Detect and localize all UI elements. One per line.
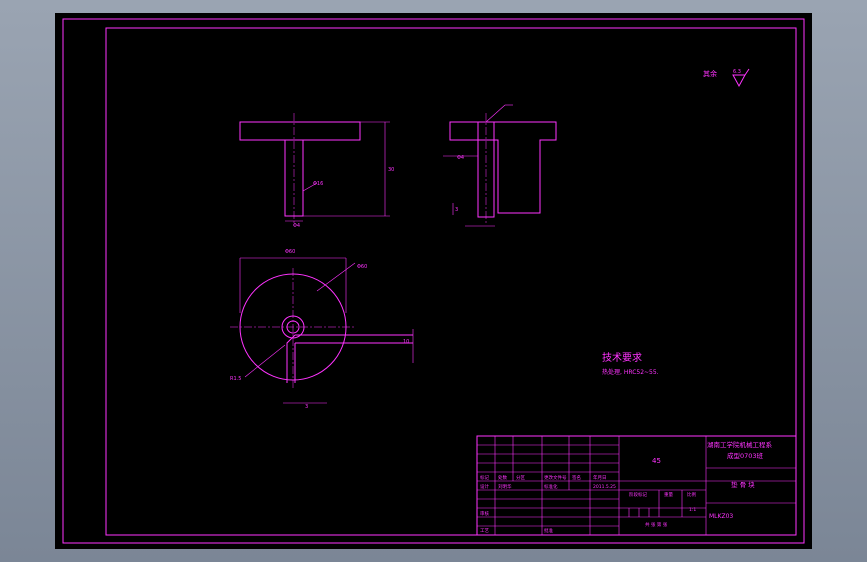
svg-text:1:1: 1:1 — [689, 507, 696, 513]
svg-text:阶段标记: 阶段标记 — [629, 491, 647, 498]
svg-text:45: 45 — [652, 457, 661, 465]
svg-text:工艺: 工艺 — [480, 528, 489, 534]
svg-text:标准化: 标准化 — [544, 483, 558, 490]
svg-text:签名: 签名 — [572, 474, 581, 481]
svg-text:垫 骨 块: 垫 骨 块 — [731, 480, 755, 489]
svg-text:10: 10 — [403, 339, 409, 345]
svg-text:设计: 设计 — [480, 483, 489, 490]
outer-frame — [62, 18, 805, 544]
svg-text:3: 3 — [455, 207, 458, 213]
svg-text:标记: 标记 — [480, 474, 489, 481]
cad-drawing-canvas: 其余 6.3 30 Φ16 Φ4 Φ4 3 Φ60 Φ60 10 R1.5 3 … — [55, 13, 812, 549]
plan-view-round: Φ60 Φ60 10 R1.5 3 — [230, 249, 414, 410]
section-view-flange: Φ4 3 — [443, 104, 557, 227]
svg-text:30: 30 — [388, 167, 394, 173]
svg-text:其余: 其余 — [703, 69, 717, 78]
svg-text:Φ60: Φ60 — [285, 249, 295, 255]
tech-requirements: 技术要求 热处理, HRC52~55. — [602, 351, 659, 376]
svg-text:比例: 比例 — [687, 491, 696, 498]
svg-text:6.3: 6.3 — [733, 69, 741, 75]
svg-text:热处理, HRC52~55.: 热处理, HRC52~55. — [602, 368, 659, 376]
svg-text:刘明华: 刘明华 — [498, 483, 512, 490]
title-block: 标记 处数 分区 更改文件号 签名 年月日 设计 刘明华 标准化 2011.5.… — [476, 435, 797, 536]
inner-frame — [105, 27, 797, 536]
svg-text:成型0703班: 成型0703班 — [727, 451, 764, 460]
svg-text:3: 3 — [305, 404, 308, 410]
svg-text:Φ4: Φ4 — [293, 223, 300, 229]
section-view-t: 30 Φ16 Φ4 — [239, 113, 394, 229]
svg-text:Φ16: Φ16 — [313, 181, 323, 187]
svg-text:MLKZ03: MLKZ03 — [709, 513, 733, 520]
svg-text:技术要求: 技术要求 — [602, 351, 642, 364]
cad-drawing: 其余 6.3 30 Φ16 Φ4 Φ4 3 Φ60 Φ60 10 R1.5 3 … — [62, 18, 805, 544]
surface-finish-note: 其余 6.3 — [703, 68, 750, 88]
svg-text:重量: 重量 — [664, 491, 673, 498]
svg-text:湖南工学院机械工程系: 湖南工学院机械工程系 — [707, 440, 773, 449]
svg-text:批准: 批准 — [544, 527, 553, 534]
svg-text:分区: 分区 — [516, 474, 525, 481]
svg-text:年月日: 年月日 — [593, 474, 607, 481]
svg-text:2011.5.25: 2011.5.25 — [593, 484, 616, 490]
svg-text:处数: 处数 — [498, 474, 507, 481]
svg-text:共 张 第 张: 共 张 第 张 — [645, 521, 668, 528]
svg-text:审核: 审核 — [480, 510, 489, 517]
svg-text:R1.5: R1.5 — [230, 376, 241, 382]
svg-text:更改文件号: 更改文件号 — [544, 474, 567, 481]
svg-text:Φ60: Φ60 — [357, 264, 367, 270]
